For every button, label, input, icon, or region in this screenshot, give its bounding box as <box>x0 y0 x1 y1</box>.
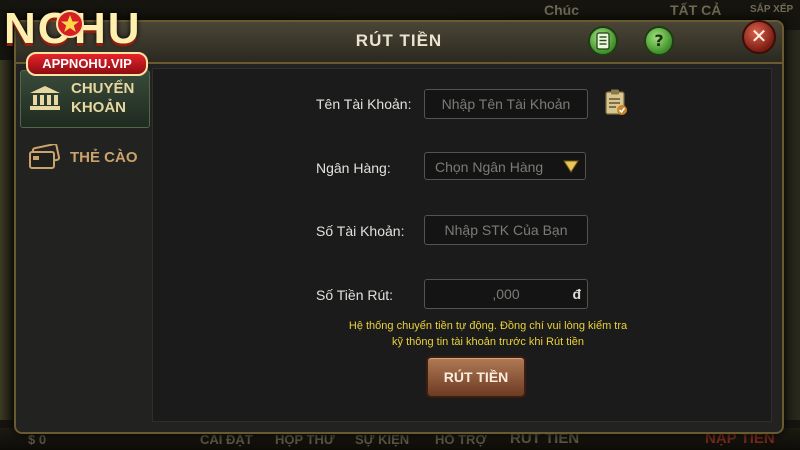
lobby-top-label-2: TẤT CẢ <box>670 2 722 18</box>
account-name-placeholder: Nhập Tên Tài Khoản <box>441 96 571 112</box>
help-button[interactable]: ? <box>644 26 674 56</box>
star-badge-icon <box>56 10 84 38</box>
withdraw-submit-button[interactable]: RÚT TIỀN <box>426 356 526 398</box>
amount-placeholder: ,000 <box>492 286 520 302</box>
bank-select-value: Chọn Ngân Hàng <box>435 159 544 175</box>
lobby-top-label-1: Chúc <box>544 2 579 18</box>
history-button[interactable] <box>588 26 618 56</box>
lobby-top-bar: Chúc TẤT CẢ SẮP XẾP <box>480 0 800 22</box>
lobby-top-label-3: SẮP XẾP <box>750 4 794 15</box>
withdraw-dialog: RÚT TIỀN ? ✕ CHUYỂN KHOẢN THẺ CÀO Tên Tà… <box>14 20 784 434</box>
help-icon: ? <box>654 31 664 50</box>
lobby-nav-settings[interactable]: CÀI ĐẶT <box>200 432 253 447</box>
account-number-input[interactable]: Nhập STK Của Bạn <box>424 215 588 245</box>
history-list-icon <box>596 32 610 50</box>
lobby-nav-events[interactable]: SỰ KIỆN <box>355 432 409 447</box>
close-button[interactable]: ✕ <box>742 20 776 54</box>
app-logo: NOHU APPNOHU.VIP <box>0 0 170 76</box>
account-name-label: Tên Tài Khoản: <box>316 96 412 112</box>
clipboard-paste-icon[interactable] <box>604 88 628 116</box>
withdraw-method-sidebar: CHUYỂN KHOẢN THẺ CÀO <box>16 64 150 428</box>
sidebar-item-label: THẺ CÀO <box>70 149 138 166</box>
bank-label: Ngân Hàng: <box>316 160 391 176</box>
lobby-balance: $ 0 <box>28 432 47 447</box>
account-number-placeholder: Nhập STK Của Bạn <box>444 222 568 238</box>
sidebar-item-bank-transfer[interactable]: CHUYỂN KHOẢN <box>20 70 150 128</box>
lobby-nav-support[interactable]: HỖ TRỢ <box>435 432 487 447</box>
card-icon <box>29 144 60 169</box>
sidebar-item-label: CHUYỂN KHOẢN <box>71 80 135 116</box>
bank-select[interactable]: Chọn Ngân Hàng <box>424 152 586 180</box>
withdraw-note: Hệ thống chuyển tiền tự động. Đồng chí v… <box>288 318 688 350</box>
close-icon: ✕ <box>750 24 768 48</box>
withdraw-note-line-2: kỹ thông tin tài khoản trước khi Rút tiề… <box>392 336 584 348</box>
chevron-down-icon <box>563 160 579 173</box>
amount-input[interactable]: ,000 đ <box>424 279 588 309</box>
logo-badge: APPNOHU.VIP <box>26 52 148 76</box>
account-number-label: Số Tài Khoản: <box>316 223 405 239</box>
bank-icon <box>30 86 60 110</box>
sidebar-item-card[interactable]: THẺ CÀO <box>20 130 148 186</box>
account-name-input[interactable]: Nhập Tên Tài Khoản <box>424 89 588 119</box>
currency-symbol: đ <box>572 286 581 302</box>
lobby-nav-mailbox[interactable]: HỘP THƯ <box>275 432 335 447</box>
withdraw-note-line-1: Hệ thống chuyển tiền tự động. Đồng chí v… <box>348 320 628 332</box>
amount-label: Số Tiền Rút: <box>316 287 394 303</box>
